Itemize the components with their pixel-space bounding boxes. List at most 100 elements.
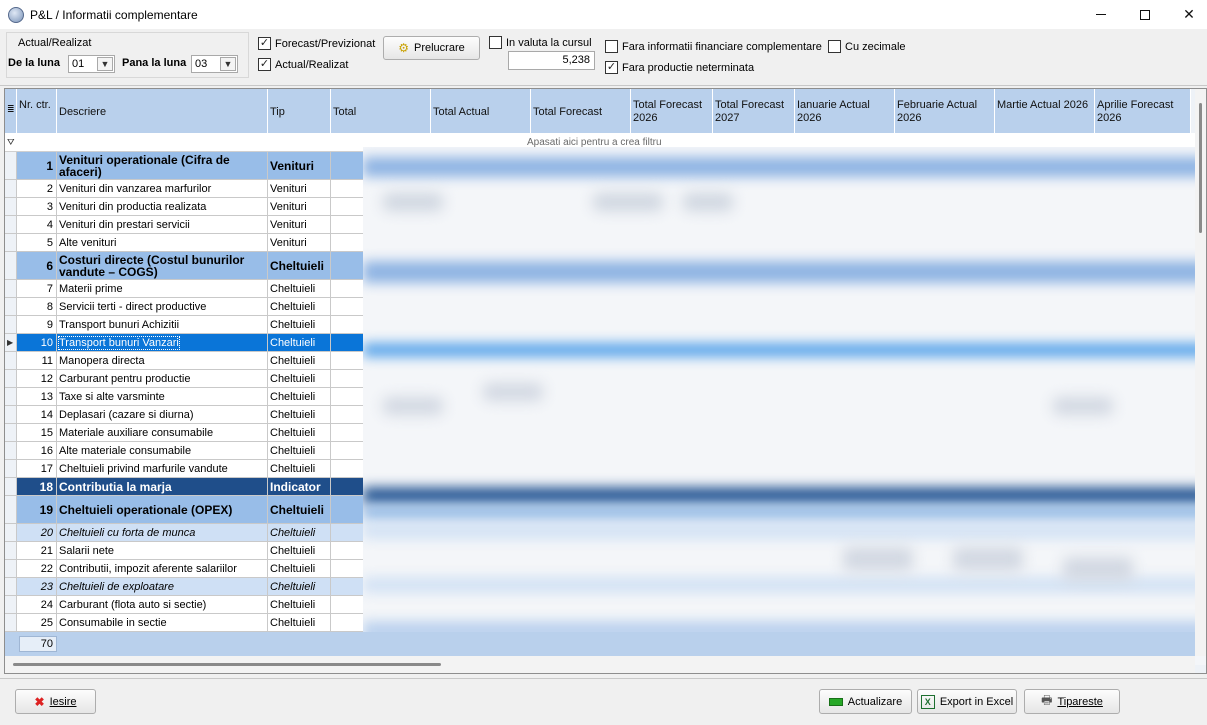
export-excel-button[interactable]: X Export in Excel	[917, 689, 1017, 714]
cell-tip[interactable]: Indicator	[268, 478, 331, 495]
cell-descriere[interactable]: Carburant pentru productie	[57, 370, 268, 387]
header-total[interactable]: Total	[331, 89, 431, 133]
table-row[interactable]: 13 Taxe si alte varsminte Cheltuieli	[5, 388, 365, 406]
exit-button[interactable]: ✖ Iesire	[15, 689, 96, 714]
cell-nr[interactable]: 6	[17, 252, 57, 279]
table-row[interactable]: 25 Consumabile in sectie Cheltuieli	[5, 614, 365, 632]
cell-tip[interactable]: Cheltuieli	[268, 460, 331, 477]
cell-descriere[interactable]: Cheltuieli privind marfurile vandute	[57, 460, 268, 477]
cell-tip[interactable]: Cheltuieli	[268, 560, 331, 577]
cell-total[interactable]	[331, 334, 365, 351]
cell-total[interactable]	[331, 524, 365, 541]
cell-tip[interactable]: Venituri	[268, 234, 331, 251]
header-aprilie-forecast[interactable]: Aprilie Forecast 2026	[1095, 89, 1191, 133]
checkbox-box[interactable]	[828, 40, 841, 53]
scroll-thumb[interactable]	[1199, 103, 1202, 233]
row-selector[interactable]	[5, 578, 17, 595]
cell-nr[interactable]: 4	[17, 216, 57, 233]
header-total-forecast-2027[interactable]: Total Forecast 2027	[713, 89, 795, 133]
cell-total[interactable]	[331, 234, 365, 251]
cell-descriere[interactable]: Deplasari (cazare si diurna)	[57, 406, 268, 423]
cell-descriere[interactable]: Taxe si alte varsminte	[57, 388, 268, 405]
table-row[interactable]: 19 Cheltuieli operationale (OPEX) Cheltuie…	[5, 496, 365, 524]
cell-tip[interactable]: Cheltuieli	[268, 442, 331, 459]
table-row[interactable]: 22 Contributii, impozit aferente salariil…	[5, 560, 365, 578]
row-selector[interactable]	[5, 316, 17, 333]
cell-descriere[interactable]: Materii prime	[57, 280, 268, 297]
cell-nr[interactable]: 7	[17, 280, 57, 297]
currency-checkbox[interactable]: In valuta la cursul	[489, 36, 592, 49]
cell-total[interactable]	[331, 578, 365, 595]
table-row[interactable]: 15 Materiale auxiliare consumabile Cheltui…	[5, 424, 365, 442]
cell-tip[interactable]: Venituri	[268, 198, 331, 215]
forecast-checkbox[interactable]: ✓ Forecast/Previzionat	[258, 37, 375, 50]
cell-descriere[interactable]: Venituri din prestari servicii	[57, 216, 268, 233]
header-descriere[interactable]: Descriere	[57, 89, 268, 133]
cell-total[interactable]	[331, 478, 365, 495]
row-selector[interactable]	[5, 370, 17, 387]
cell-descriere[interactable]: Materiale auxiliare consumabile	[57, 424, 268, 441]
cell-nr[interactable]: 8	[17, 298, 57, 315]
cell-nr[interactable]: 25	[17, 614, 57, 631]
to-month-select[interactable]: 03 ▼	[191, 55, 238, 73]
cell-tip[interactable]: Cheltuieli	[268, 298, 331, 315]
cell-tip[interactable]: Cheltuieli	[268, 280, 331, 297]
cell-total[interactable]	[331, 180, 365, 197]
cell-nr[interactable]: 21	[17, 542, 57, 559]
row-selector[interactable]	[5, 460, 17, 477]
cell-descriere[interactable]: Salarii nete	[57, 542, 268, 559]
table-row[interactable]: 9 Transport bunuri Achizitii Cheltuieli	[5, 316, 365, 334]
row-selector[interactable]	[5, 252, 17, 279]
cell-tip[interactable]: Venituri	[268, 216, 331, 233]
cell-descriere[interactable]: Venituri din vanzarea marfurilor	[57, 180, 268, 197]
row-selector[interactable]	[5, 152, 17, 179]
cell-descriere[interactable]: Alte materiale consumabile	[57, 442, 268, 459]
cell-nr[interactable]: 15	[17, 424, 57, 441]
row-selector[interactable]	[5, 406, 17, 423]
cell-total[interactable]	[331, 542, 365, 559]
currency-rate-input[interactable]: 5,238	[508, 51, 595, 70]
table-row[interactable]: 2 Venituri din vanzarea marfurilor Venitur…	[5, 180, 365, 198]
cell-tip[interactable]: Cheltuieli	[268, 370, 331, 387]
actual-checkbox[interactable]: ✓ Actual/Realizat	[258, 58, 348, 71]
wip-checkbox[interactable]: ✓ Fara productie neterminata	[605, 61, 754, 74]
row-selector[interactable]	[5, 478, 17, 495]
row-selector[interactable]	[5, 198, 17, 215]
cell-tip[interactable]: Cheltuieli	[268, 524, 331, 541]
table-row[interactable]: 7 Materii prime Cheltuieli	[5, 280, 365, 298]
table-row[interactable]: 23 Cheltuieli de exploatare Cheltuieli	[5, 578, 365, 596]
cell-nr[interactable]: 13	[17, 388, 57, 405]
cell-descriere[interactable]: Contributia la marja	[57, 478, 268, 495]
table-row[interactable]: 1 Venituri operationale (Cifra de afaceri…	[5, 152, 365, 180]
header-total-forecast-2026[interactable]: Total Forecast 2026	[631, 89, 713, 133]
table-row[interactable]: 11 Manopera directa Cheltuieli	[5, 352, 365, 370]
table-row[interactable]: 3 Venituri din productia realizata Venitur…	[5, 198, 365, 216]
cell-nr[interactable]: 9	[17, 316, 57, 333]
cell-descriere[interactable]: Costuri directe (Costul bunurilor vandut…	[57, 252, 268, 279]
cell-total[interactable]	[331, 280, 365, 297]
chevron-down-icon[interactable]: ▼	[97, 57, 113, 71]
columns-menu-icon[interactable]: ≣	[7, 104, 15, 114]
table-row[interactable]: 16 Alte materiale consumabile Cheltuieli	[5, 442, 365, 460]
cell-total[interactable]	[331, 298, 365, 315]
table-row[interactable]: 14 Deplasari (cazare si diurna) Cheltuieli	[5, 406, 365, 424]
checkbox-box[interactable]	[489, 36, 502, 49]
table-row[interactable]: ▶ 10 Transport bunuri Vanzari Cheltuieli	[5, 334, 365, 352]
cell-total[interactable]	[331, 560, 365, 577]
minimize-button[interactable]	[1078, 0, 1124, 29]
header-ianuarie-actual[interactable]: Ianuarie Actual 2026	[795, 89, 895, 133]
process-button[interactable]: ⚙ Prelucrare	[383, 36, 480, 60]
cell-nr[interactable]: 12	[17, 370, 57, 387]
checkbox-box[interactable]: ✓	[258, 58, 271, 71]
cell-descriere[interactable]: Carburant (flota auto si sectie)	[57, 596, 268, 613]
cell-tip[interactable]: Cheltuieli	[268, 614, 331, 631]
cell-nr[interactable]: 24	[17, 596, 57, 613]
cell-descriere[interactable]: Transport bunuri Achizitii	[57, 316, 268, 333]
cell-descriere[interactable]: Venituri operationale (Cifra de afaceri)	[57, 152, 268, 179]
cell-nr[interactable]: 18	[17, 478, 57, 495]
row-selector[interactable]	[5, 560, 17, 577]
from-month-select[interactable]: 01 ▼	[68, 55, 115, 73]
row-selector[interactable]	[5, 352, 17, 369]
table-row[interactable]: 21 Salarii nete Cheltuieli	[5, 542, 365, 560]
cell-descriere[interactable]: Cheltuieli operationale (OPEX)	[57, 496, 268, 523]
